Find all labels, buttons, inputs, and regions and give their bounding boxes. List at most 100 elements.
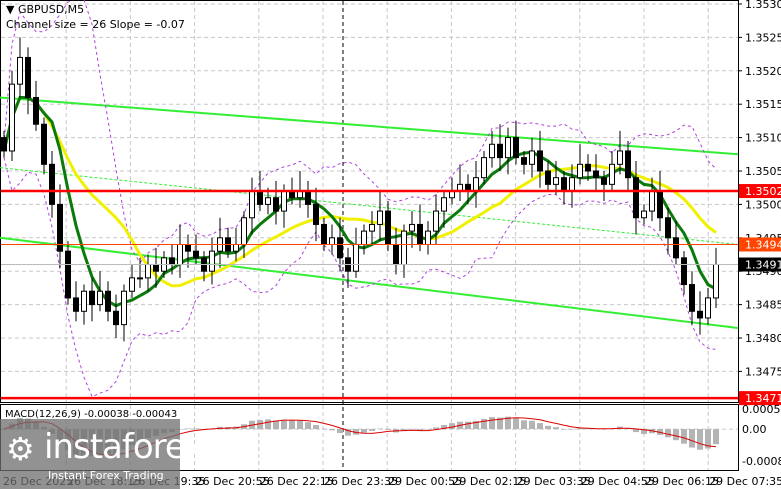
candle-body	[249, 190, 255, 219]
candle-body	[233, 243, 239, 252]
x-tick-label: 26 Dec 23:35	[324, 475, 398, 488]
y-tick-label: 1.3520	[745, 65, 781, 78]
candle-body	[441, 197, 447, 212]
candle-body	[633, 177, 639, 219]
candle-body	[425, 230, 431, 245]
macd-axis-label: 0.00051	[742, 403, 781, 416]
candle-body	[657, 190, 663, 219]
macd-bar	[329, 429, 335, 431]
indicator-label: Channel size = 26 Slope = -0.07	[6, 18, 185, 31]
candle-body	[537, 150, 543, 172]
candle-body	[81, 290, 87, 312]
candle-body	[121, 290, 127, 326]
x-tick-label: 29 Dec 02:15	[452, 475, 526, 488]
candle-body	[417, 223, 423, 245]
candle-body	[553, 177, 559, 185]
y-tick-label: 1.3480	[745, 332, 781, 345]
candle-body	[497, 143, 503, 159]
macd-bar	[385, 429, 391, 430]
candle-body	[409, 223, 415, 232]
candle-body	[609, 163, 615, 185]
candle-body	[9, 83, 15, 152]
candle-body	[617, 150, 623, 165]
macd-bar	[321, 428, 327, 430]
x-tick-label: 29 Dec 04:55	[581, 475, 655, 488]
candle-body	[177, 243, 183, 266]
macd-bar	[377, 428, 383, 430]
macd-bar	[697, 429, 703, 450]
candle-body	[329, 237, 335, 245]
candle-body	[129, 277, 135, 292]
macd-bar	[537, 423, 543, 430]
macd-bar	[305, 422, 311, 430]
candle-body	[49, 163, 55, 205]
candle-body	[673, 237, 679, 259]
level-tag-label: 1.3494	[745, 238, 781, 251]
macd-axis-label: 0.00	[742, 423, 767, 436]
candle-body	[385, 210, 391, 245]
y-tick-label: 1.3485	[745, 299, 781, 312]
candle-body	[593, 170, 599, 179]
chart-header: ▼ GBPUSD,M5 Channel size = 26 Slope = -0…	[6, 2, 185, 32]
macd-bar	[561, 429, 567, 430]
candle-body	[641, 210, 647, 219]
candle-body	[137, 277, 143, 280]
candle-body	[473, 177, 479, 192]
candle-body	[513, 137, 519, 159]
candle-body	[41, 123, 47, 165]
y-tick-label: 1.3500	[745, 198, 781, 211]
level-tag-label: 1.3502	[745, 185, 781, 198]
macd-bar	[265, 419, 271, 430]
macd-bar	[337, 429, 343, 434]
macd-bar	[361, 429, 367, 433]
candle-body	[153, 264, 159, 272]
candle-body	[145, 264, 151, 279]
candle-body	[545, 170, 551, 185]
macd-bar	[681, 429, 687, 444]
x-tick-label: 26 Dec 22:15	[260, 475, 334, 488]
y-tick-label: 1.3510	[745, 132, 781, 145]
macd-bar	[665, 429, 671, 438]
macd-bar	[689, 429, 695, 448]
macd-bar	[281, 419, 287, 430]
candle-body	[505, 137, 511, 159]
candle-body	[241, 217, 247, 245]
candle-body	[113, 310, 119, 326]
candle-body	[649, 190, 655, 212]
macd-bar	[713, 429, 719, 445]
watermark-brand: instaforex	[44, 427, 204, 467]
candle-body	[33, 97, 39, 125]
macd-bar	[513, 418, 519, 430]
symbol-label: GBPUSD,M5	[17, 3, 85, 16]
candle-body	[561, 177, 567, 192]
macd-bar	[673, 429, 679, 441]
collapse-triangle-icon[interactable]: ▼	[6, 3, 18, 16]
x-tick-label: 26 Dec 20:55	[196, 475, 270, 488]
macd-bar	[409, 429, 415, 430]
y-tick-label: 1.3530	[745, 0, 781, 11]
macd-bar	[489, 417, 495, 430]
candle-body	[585, 163, 591, 172]
macd-bar	[425, 429, 431, 430]
macd-bar	[273, 420, 279, 430]
candle-body	[369, 223, 375, 232]
candle-body	[209, 250, 215, 272]
candle-body	[321, 223, 327, 245]
candle-body	[361, 230, 367, 245]
macd-bar	[521, 420, 527, 430]
candle-body	[25, 56, 31, 99]
y-tick-label: 1.3505	[745, 165, 781, 178]
x-tick-label: 29 Dec 06:15	[645, 475, 719, 488]
candle-body	[569, 177, 575, 192]
candle-body	[105, 290, 111, 312]
candle-body	[97, 290, 103, 306]
candle-body	[665, 217, 671, 239]
candle-body	[281, 190, 287, 212]
candle-body	[17, 56, 23, 85]
candle-body	[601, 177, 607, 185]
candle-body	[401, 230, 407, 266]
macd-bar	[529, 420, 535, 430]
candle-body	[257, 190, 263, 205]
candle-body	[625, 150, 631, 179]
candle-body	[313, 203, 319, 225]
